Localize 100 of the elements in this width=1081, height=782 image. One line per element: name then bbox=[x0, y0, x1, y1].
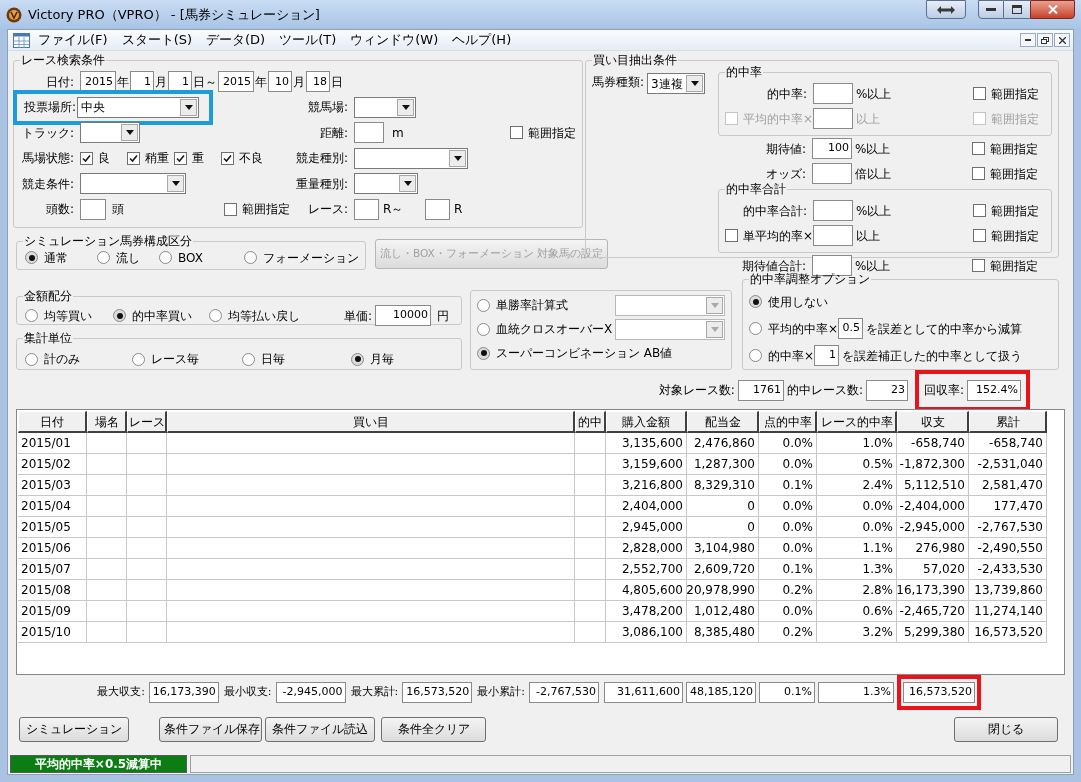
input-field[interactable] bbox=[812, 163, 852, 184]
radio-button[interactable]: フォーメーション bbox=[244, 248, 359, 267]
dropdown[interactable] bbox=[80, 122, 140, 144]
input-field[interactable] bbox=[354, 198, 379, 220]
input-field[interactable]: 1.3% bbox=[818, 681, 894, 703]
radio-button[interactable]: 月毎 bbox=[351, 350, 394, 368]
input-field[interactable] bbox=[813, 225, 853, 246]
minimize-button[interactable] bbox=[1020, 33, 1036, 47]
table-cell bbox=[87, 601, 127, 622]
input-field[interactable]: 16,173,390 bbox=[148, 681, 219, 703]
column-header[interactable]: 配当金 bbox=[687, 411, 759, 433]
checkbox[interactable]: 範囲指定 bbox=[973, 84, 1039, 103]
checkbox[interactable]: 良 bbox=[80, 149, 127, 168]
button[interactable]: 条件全クリア bbox=[381, 716, 486, 742]
checkbox[interactable]: 範囲指定 bbox=[224, 200, 290, 219]
input-field[interactable]: 16,573,520 bbox=[402, 681, 473, 703]
input-field[interactable]: 1761 bbox=[737, 379, 784, 401]
input-field[interactable] bbox=[425, 198, 450, 220]
input-field[interactable]: 152.4% bbox=[967, 379, 1021, 401]
checkbox[interactable]: 範囲指定 bbox=[510, 123, 576, 142]
dropdown[interactable] bbox=[354, 173, 418, 195]
input-field[interactable] bbox=[813, 83, 853, 104]
radio-button[interactable]: 血統クロスオーバーX bbox=[477, 320, 615, 338]
input-field[interactable]: -2,945,000 bbox=[275, 681, 346, 703]
checkbox[interactable]: 範囲指定 bbox=[972, 139, 1038, 158]
dropdown[interactable]: 3連複 bbox=[647, 73, 706, 94]
radio-button[interactable]: スーパーコンビネーション AB値 bbox=[477, 344, 673, 362]
input-field[interactable]: 10000 bbox=[375, 305, 432, 326]
column-header[interactable]: 的中 bbox=[575, 411, 606, 433]
input-field[interactable]: 0.5 bbox=[838, 318, 864, 339]
input-field[interactable]: 23 bbox=[865, 379, 908, 401]
radio-button[interactable]: 均等払い戻し bbox=[209, 306, 344, 325]
input-field[interactable]: 1 bbox=[130, 71, 154, 93]
input-field[interactable]: 100 bbox=[812, 138, 852, 159]
input-field[interactable]: -2,767,530 bbox=[529, 681, 599, 703]
dropdown[interactable] bbox=[80, 173, 186, 195]
resize-button[interactable] bbox=[926, 0, 966, 19]
menu-item[interactable]: ヘルプ(H) bbox=[446, 30, 518, 50]
radio-button[interactable]: 均等買い bbox=[25, 306, 113, 325]
radio-button[interactable]: 流し bbox=[97, 248, 159, 267]
dropdown[interactable] bbox=[615, 318, 725, 340]
checkbox[interactable]: 単平均的率× bbox=[725, 226, 814, 245]
radio-button[interactable]: 的中率× bbox=[749, 346, 815, 365]
button[interactable]: 条件ファイル読込 bbox=[265, 716, 375, 742]
menu-item[interactable]: ファイル(F) bbox=[32, 30, 114, 50]
radio-button[interactable]: 単勝率計算式 bbox=[477, 296, 615, 314]
menu-item[interactable]: ウィンドウ(W) bbox=[344, 30, 445, 50]
input-field[interactable] bbox=[80, 198, 106, 220]
column-header[interactable]: 日付 bbox=[18, 411, 87, 433]
radio-button[interactable]: レース毎 bbox=[132, 350, 242, 368]
column-header[interactable]: 累計 bbox=[969, 411, 1047, 433]
input-field[interactable] bbox=[354, 122, 384, 144]
radio-button[interactable]: 使用しない bbox=[749, 292, 828, 311]
button[interactable]: 閉じる bbox=[954, 716, 1058, 742]
dropdown[interactable] bbox=[354, 147, 468, 169]
checkbox[interactable]: 範囲指定 bbox=[973, 201, 1039, 220]
checkbox[interactable]: 稍重 bbox=[127, 149, 174, 168]
radio-button[interactable]: 平均的中率× bbox=[749, 319, 839, 338]
dropdown[interactable] bbox=[615, 294, 725, 316]
menu-item[interactable]: データ(D) bbox=[200, 30, 272, 50]
column-header[interactable]: 購入金額 bbox=[606, 411, 687, 433]
input-field[interactable]: 2015 bbox=[218, 71, 254, 93]
checkbox[interactable]: 不良 bbox=[221, 149, 263, 168]
column-header[interactable]: 収支 bbox=[897, 411, 969, 433]
radio-button[interactable]: 通常 bbox=[25, 248, 97, 267]
menu-item[interactable]: スタート(S) bbox=[115, 30, 199, 50]
column-header[interactable]: 点的中率 bbox=[759, 411, 817, 433]
input-field[interactable]: 31,611,600 bbox=[604, 681, 683, 703]
dropdown[interactable] bbox=[354, 96, 416, 118]
maximize-button[interactable] bbox=[1004, 0, 1030, 19]
input-field[interactable]: 0.1% bbox=[759, 681, 815, 703]
table-cell: -658,740 bbox=[897, 433, 969, 454]
input-field[interactable]: 1 bbox=[814, 345, 840, 366]
close-button[interactable] bbox=[1054, 33, 1070, 47]
radio-button[interactable]: 計のみ bbox=[25, 350, 132, 368]
button[interactable]: 条件ファイル保存 bbox=[159, 716, 262, 742]
column-header[interactable]: レース bbox=[127, 411, 167, 433]
radio-button[interactable]: 的中率買い bbox=[113, 306, 209, 325]
input-field[interactable]: 1 bbox=[168, 71, 192, 93]
checkbox[interactable]: 範囲指定 bbox=[973, 226, 1039, 245]
input-field[interactable] bbox=[813, 200, 853, 221]
input-field[interactable]: 48,185,120 bbox=[686, 681, 756, 703]
radio-button[interactable]: 日毎 bbox=[242, 350, 351, 368]
input-field[interactable]: 16,573,520 bbox=[903, 681, 975, 703]
minimize-button[interactable] bbox=[978, 0, 1004, 19]
menu-item[interactable]: ツール(T) bbox=[273, 30, 343, 50]
checkbox[interactable]: 範囲指定 bbox=[972, 164, 1038, 183]
radio-button[interactable]: BOX bbox=[159, 248, 244, 267]
restore-button[interactable] bbox=[1037, 33, 1053, 47]
column-header[interactable]: 場名 bbox=[87, 411, 127, 433]
button[interactable]: シミュレーション bbox=[19, 716, 129, 742]
checkbox[interactable]: 重 bbox=[174, 149, 221, 168]
checkbox[interactable]: 範囲指定 bbox=[972, 256, 1038, 275]
close-button[interactable] bbox=[1030, 0, 1075, 19]
column-header[interactable]: レース的中率 bbox=[817, 411, 897, 433]
dropdown[interactable]: 中央 bbox=[77, 96, 199, 118]
input-field[interactable]: 10 bbox=[268, 71, 292, 93]
input-field[interactable]: 18 bbox=[306, 71, 330, 93]
column-header[interactable]: 買い目 bbox=[167, 411, 575, 433]
input-field[interactable]: 2015 bbox=[80, 71, 116, 93]
